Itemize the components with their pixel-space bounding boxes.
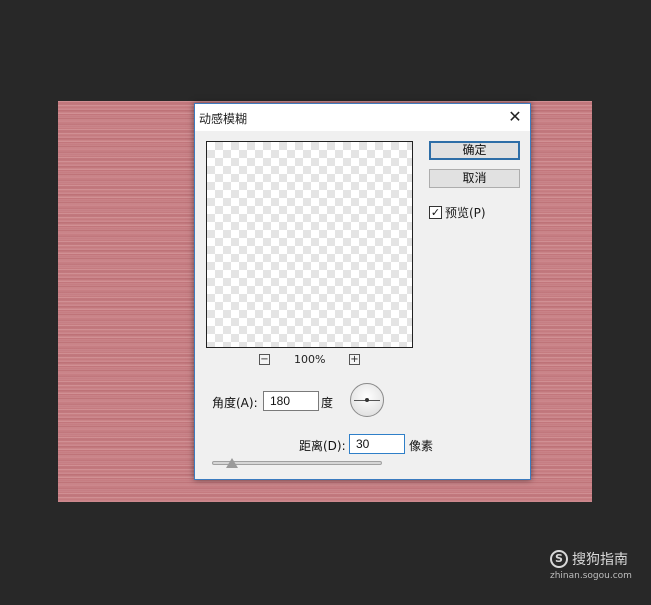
- sogou-watermark: S 搜狗指南 zhinan.sogou.com: [550, 549, 632, 581]
- angle-dial[interactable]: [350, 383, 384, 417]
- angle-unit: 度: [321, 396, 334, 410]
- distance-unit: 像素: [409, 439, 434, 453]
- dialog-title: 动感模糊: [199, 112, 248, 126]
- distance-slider-thumb[interactable]: [226, 458, 238, 468]
- preview-checkbox-label: 预览(P): [445, 206, 486, 220]
- angle-dial-center: [365, 398, 369, 402]
- preview-checkbox[interactable]: ✓: [429, 206, 442, 219]
- watermark-brand: 搜狗指南: [572, 552, 628, 568]
- filter-preview-pane[interactable]: [206, 141, 413, 348]
- ok-button[interactable]: 确定: [429, 141, 520, 160]
- preview-checkbox-row[interactable]: ✓ 预览(P): [429, 204, 486, 221]
- zoom-level: 100%: [294, 353, 326, 366]
- zoom-in-button[interactable]: +: [349, 354, 360, 365]
- motion-blur-dialog: 动感模糊 ✕ − 100% + 确定 取消 ✓ 预览(P) 角度(A): 180…: [194, 103, 531, 480]
- distance-input[interactable]: 30: [349, 434, 405, 454]
- sogou-logo-icon: S: [550, 550, 568, 568]
- angle-input[interactable]: 180: [263, 391, 319, 411]
- dialog-titlebar[interactable]: 动感模糊 ✕: [195, 104, 530, 131]
- watermark-url: zhinan.sogou.com: [550, 571, 632, 581]
- zoom-out-button[interactable]: −: [259, 354, 270, 365]
- distance-label: 距离(D):: [299, 439, 346, 453]
- cancel-button[interactable]: 取消: [429, 169, 520, 188]
- close-icon[interactable]: ✕: [506, 108, 524, 126]
- angle-label: 角度(A):: [212, 396, 258, 410]
